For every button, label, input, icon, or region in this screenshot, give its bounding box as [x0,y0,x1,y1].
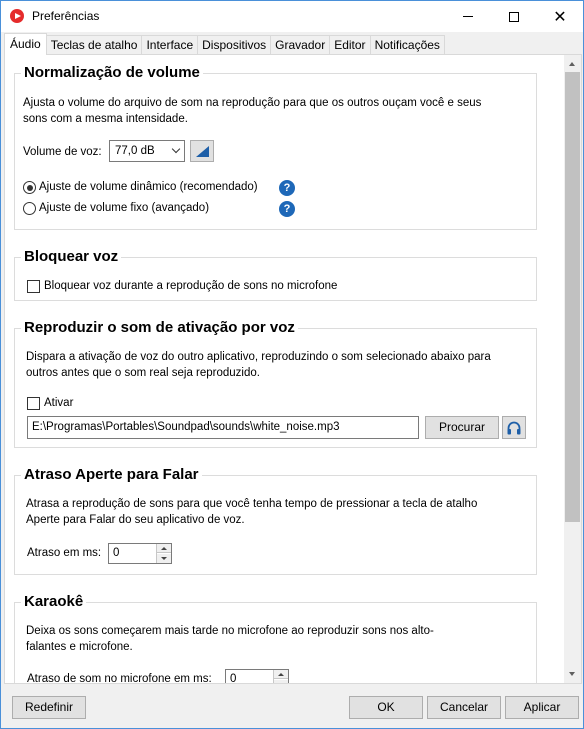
stepper-arrows [273,670,288,683]
maximize-icon [509,11,519,22]
scroll-up-icon[interactable] [564,55,581,72]
app-logo-icon [10,9,24,23]
ptt-delay-stepper[interactable]: 0 [108,543,172,564]
group-description: Dispara a ativação de voz do outro aplic… [26,351,491,379]
group-description: Deixa os sons começarem mais tarde no mi… [26,625,434,653]
help-icon[interactable]: ? [279,180,295,196]
minimize-button[interactable] [445,1,491,32]
apply-button[interactable]: Aplicar [505,696,579,719]
voice-volume-dropdown[interactable]: 77,0 dB [109,140,185,162]
karaoke-delay-stepper[interactable]: 0 [225,669,289,683]
tab-recorder[interactable]: Gravador [270,35,331,55]
cancel-button[interactable]: Cancelar [427,696,501,719]
activation-sound-group: Reproduzir o som de ativação por voz Dis… [14,319,537,448]
group-title: Atraso Aperte para Falar [21,466,202,483]
group-description: Ajusta o volume do arquivo de som na rep… [23,97,482,125]
close-icon: ✕ [553,6,567,26]
increment-arrow-icon[interactable] [274,670,288,679]
increment-arrow-icon[interactable] [157,544,171,553]
voice-volume-label: Volume de voz: [23,146,102,158]
decrement-arrow-icon[interactable] [274,680,288,683]
help-icon[interactable]: ? [279,201,295,217]
volume-normalization-group: Normalização de volume Ajusta o volume d… [14,64,537,230]
group-title: Bloquear voz [21,248,122,265]
headphones-icon [507,421,521,435]
block-voice-group: Bloquear voz Bloquear voz durante a repr… [14,248,537,301]
preferences-window: Preferências ✕ Áudio Teclas de atalho In… [0,0,584,729]
tab-audio[interactable]: Áudio [4,33,47,55]
tab-notifications[interactable]: Notificações [369,35,445,55]
scroll-down-icon[interactable] [564,666,581,683]
sound-file-path-input[interactable]: E:\Programas\Portables\Soundpad\sounds\w… [27,416,419,439]
voice-volume-value: 77,0 dB [115,145,155,157]
maximize-button[interactable] [491,1,537,32]
group-description: Atrasa a reprodução de sons para que voc… [26,498,478,526]
group-title: Reproduzir o som de ativação por voz [21,319,298,336]
dynamic-volume-radio[interactable] [23,181,36,194]
ptt-delay-value: 0 [113,547,120,559]
decrement-arrow-icon[interactable] [157,554,171,563]
karaoke-delay-label: Atraso de som no microfone em ms: [27,673,212,683]
group-title: Karaokê [21,593,87,610]
tab-interface[interactable]: Interface [141,35,199,55]
scrollbar-thumb[interactable] [565,72,580,522]
volume-adjust-button[interactable] [190,140,214,162]
close-button[interactable]: ✕ [537,1,583,32]
karaoke-delay-value: 0 [230,673,237,683]
window-title: Preferências [32,9,100,23]
volume-ramp-icon [196,146,209,157]
browse-button[interactable]: Procurar [425,416,499,439]
push-to-talk-delay-group: Atraso Aperte para Falar Atrasa a reprod… [14,466,537,575]
reset-button[interactable]: Redefinir [12,696,86,719]
tab-editor[interactable]: Editor [329,35,371,55]
activation-enable-label[interactable]: Ativar [44,397,73,409]
dynamic-volume-label[interactable]: Ajuste de volume dinâmico (recomendado) [39,181,258,193]
title-bar[interactable]: Preferências ✕ [1,1,583,32]
vertical-scrollbar[interactable] [564,55,581,683]
karaoke-group: Karaokê Deixa os sons começarem mais tar… [14,593,537,683]
fixed-volume-label[interactable]: Ajuste de volume fixo (avançado) [39,202,209,214]
ok-button[interactable]: OK [349,696,423,719]
ptt-delay-label: Atraso em ms: [27,547,102,559]
activation-enable-checkbox[interactable] [27,397,40,410]
stepper-arrows [156,544,171,563]
preview-sound-button[interactable] [502,416,526,439]
minimize-icon [463,16,473,17]
fixed-volume-radio[interactable] [23,202,36,215]
group-title: Normalização de volume [21,64,203,81]
block-voice-checkbox[interactable] [27,280,40,293]
block-voice-label[interactable]: Bloquear voz durante a reprodução de son… [44,280,337,292]
scroll-content: Normalização de volume Ajusta o volume d… [5,55,563,683]
tab-strip: Áudio Teclas de atalho Interface Disposi… [4,33,445,55]
tab-hotkeys[interactable]: Teclas de atalho [45,35,143,55]
audio-tab-panel: Normalização de volume Ajusta o volume d… [4,54,582,684]
chevron-down-icon [171,144,181,154]
tab-devices[interactable]: Dispositivos [197,35,272,55]
